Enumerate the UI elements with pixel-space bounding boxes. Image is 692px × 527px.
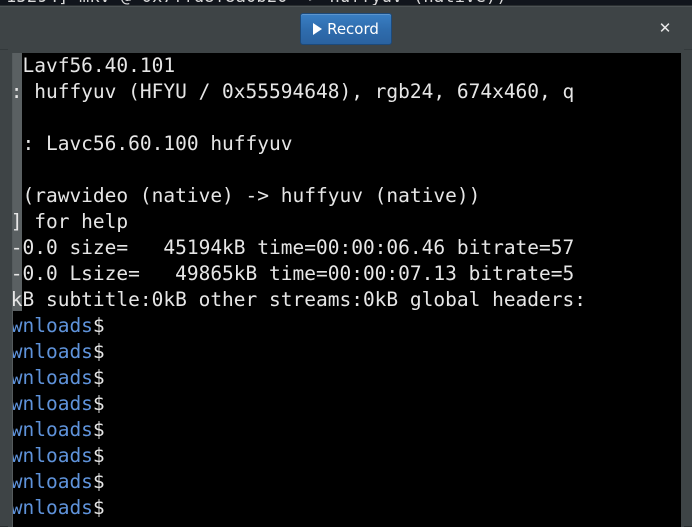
terminal-prompt-line: ownloads$: [12, 365, 681, 391]
close-icon: ✕: [659, 19, 672, 37]
prompt-path: ownloads: [12, 392, 93, 415]
terminal-output-line: : Lavc56.60.100 huffyuv: [12, 131, 681, 157]
prompt-path: ownloads: [12, 314, 93, 337]
play-triangle-icon: [313, 23, 322, 35]
terminal-prompt-line: ownloads$: [12, 417, 681, 443]
terminal-panel: Lavf56.40.101o: huffyuv (HFYU / 0x555946…: [8, 49, 684, 527]
terminal-output-line: ?] for help: [12, 209, 681, 235]
terminal-output-line: 0kB subtitle:0kB other streams:0kB globa…: [12, 287, 681, 313]
terminal-prompt-line: ownloads$: [12, 313, 681, 339]
prompt-symbol: $: [93, 496, 105, 519]
record-button-label: Record: [327, 22, 379, 37]
record-button[interactable]: Record: [300, 13, 392, 45]
prompt-symbol: $: [93, 366, 105, 389]
terminal-screen[interactable]: Lavf56.40.101o: huffyuv (HFYU / 0x555946…: [12, 53, 681, 527]
prompt-path: ownloads: [12, 470, 93, 493]
terminal-output-line: =-0.0 size= 45194kB time=00:00:06.46 bit…: [12, 235, 681, 261]
prompt-path: ownloads: [12, 418, 93, 441]
prompt-path: ownloads: [12, 366, 93, 389]
recorder-window: Record ✕ Lavf56.40.101o: huffyuv (HFYU /…: [0, 6, 692, 526]
prompt-path: ownloads: [12, 444, 93, 467]
terminal-prompt-line: ownloads$: [12, 469, 681, 495]
prompt-symbol: $: [93, 392, 105, 415]
terminal-output-line: =-0.0 Lsize= 49865kB time=00:00:07.13 bi…: [12, 261, 681, 287]
prompt-symbol: $: [93, 340, 105, 363]
terminal-output-line: Lavf56.40.101: [12, 53, 681, 79]
terminal-prompt-line: ownloads$: [12, 339, 681, 365]
terminal-output-line: 0 (rawvideo (native) -> huffyuv (native)…: [12, 183, 681, 209]
terminal-prompt-line: ownloads$: [12, 495, 681, 521]
prompt-symbol: $: [93, 418, 105, 441]
terminal-output-line: [12, 157, 681, 183]
window-title-bar: Record ✕: [0, 7, 692, 50]
prompt-symbol: $: [93, 314, 105, 337]
prompt-symbol: $: [93, 444, 105, 467]
prompt-path: ownloads: [12, 496, 93, 519]
terminal-output: Lavf56.40.101o: huffyuv (HFYU / 0x555946…: [12, 53, 681, 521]
terminal-output-line: [12, 105, 681, 131]
close-button[interactable]: ✕: [652, 16, 678, 40]
prompt-path: ownloads: [12, 340, 93, 363]
prompt-symbol: $: [93, 470, 105, 493]
terminal-prompt-line: ownloads$: [12, 443, 681, 469]
terminal-prompt-line: ownloads$: [12, 391, 681, 417]
terminal-output-line: o: huffyuv (HFYU / 0x55594648), rgb24, 6…: [12, 79, 681, 105]
